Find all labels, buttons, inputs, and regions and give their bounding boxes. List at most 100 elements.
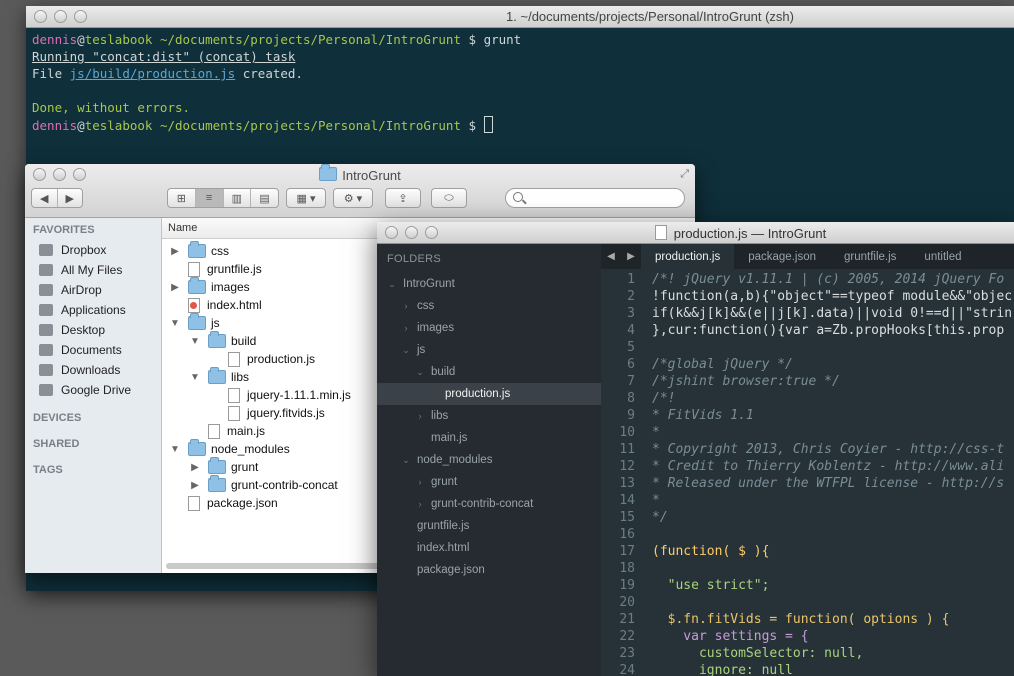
sublime-titlebar[interactable]: production.js — IntroGrunt: [377, 222, 1014, 244]
line-number: 24: [619, 663, 635, 676]
disclosure-closed-icon[interactable]: ▶: [170, 282, 180, 293]
forward-button[interactable]: ▶: [58, 189, 83, 207]
sidebar-item-desktop[interactable]: Desktop: [25, 320, 161, 340]
file-created-line: File js/build/production.js created.: [32, 65, 1008, 82]
devices-header[interactable]: DEVICES: [33, 412, 161, 424]
finder-sidebar: FAVORITES Dropbox All My Files AirDrop Appl…: [25, 218, 162, 573]
tab-gruntfile-js[interactable]: gruntfile.js: [830, 244, 910, 269]
code-line: */: [652, 510, 668, 525]
sidebar-item-label: Documents: [61, 343, 122, 357]
icon-view-button[interactable]: ⊞: [168, 189, 196, 207]
disclosure-open-icon[interactable]: ▼: [170, 318, 180, 329]
file-icon: [228, 405, 240, 421]
sidebar-item-all-my-files[interactable]: All My Files: [25, 260, 161, 280]
arrange-button[interactable]: ▦ ▾: [286, 188, 326, 208]
disclosure-open-icon[interactable]: ▼: [190, 336, 200, 347]
list-view-button[interactable]: ≡: [195, 189, 224, 207]
line-number: 3: [627, 306, 635, 321]
chevron-right-icon: ›: [418, 411, 422, 421]
code-line: /*!: [652, 391, 676, 406]
tree-item-label: grunt-contrib-concat: [431, 498, 534, 510]
sidebar-item-applications[interactable]: Applications: [25, 300, 161, 320]
back-button[interactable]: ◀: [32, 189, 58, 207]
sidebar-item-index-html[interactable]: index.html: [377, 537, 601, 559]
tags-button[interactable]: ⬭: [431, 188, 467, 208]
list-item-label: jquery-1.11.1.min.js: [247, 388, 351, 402]
code-line: * Released under the WTFPL license - htt…: [652, 476, 1005, 491]
disclosure-closed-icon[interactable]: ▶: [170, 246, 180, 257]
coverflow-view-button[interactable]: ▤: [251, 189, 278, 207]
disclosure-closed-icon[interactable]: ▶: [190, 462, 200, 473]
disclosure-open-icon[interactable]: ▼: [190, 372, 200, 383]
html-file-icon: [188, 297, 200, 313]
search-input[interactable]: [505, 188, 685, 208]
tree-item-label: libs: [431, 410, 449, 422]
line-number: 20: [619, 595, 635, 610]
file-path-link[interactable]: js/build/production.js: [70, 66, 236, 81]
airdrop-icon: [39, 284, 53, 296]
sidebar-item-package-json[interactable]: package.json: [377, 559, 601, 581]
sidebar-item-images[interactable]: › images: [377, 317, 601, 339]
list-item-label: jquery.fitvids.js: [247, 406, 325, 420]
line-number: 21: [619, 612, 635, 627]
sidebar-item-google-drive[interactable]: Google Drive: [25, 380, 161, 400]
sidebar-item-airdrop[interactable]: AirDrop: [25, 280, 161, 300]
code-line: var settings = {: [652, 629, 809, 644]
sidebar-item-libs[interactable]: › libs: [377, 405, 601, 427]
sidebar-item-downloads[interactable]: Downloads: [25, 360, 161, 380]
sidebar-item-css[interactable]: › css: [377, 295, 601, 317]
sidebar-item-grunt-contrib-concat[interactable]: › grunt-contrib-concat: [377, 493, 601, 515]
line-number: 17: [619, 544, 635, 559]
tab-package-json[interactable]: package.json: [734, 244, 830, 269]
prompt-line: dennis@teslabook ~/documents/projects/Pe…: [32, 31, 1008, 48]
prompt-host: teslabook: [84, 118, 153, 133]
code-line: !function(a,b){"object"==typeof module&&…: [652, 289, 1013, 304]
code-line: "use strict";: [652, 578, 770, 593]
done-line: Done, without errors.: [32, 100, 191, 115]
terminal-titlebar[interactable]: 1. ~/documents/projects/Personal/IntroGr…: [26, 6, 1014, 28]
action-gear-button[interactable]: ⚙ ▾: [333, 188, 373, 208]
sidebar-item-build[interactable]: ⌄ build: [377, 361, 601, 383]
terminal-output[interactable]: dennis@teslabook ~/documents/projects/Pe…: [26, 28, 1014, 137]
command-text: grunt: [483, 32, 522, 47]
tab-production-js[interactable]: production.js: [641, 244, 735, 269]
tab-untitled[interactable]: untitled: [910, 244, 975, 269]
tree-item-label: main.js: [431, 432, 468, 444]
code-text[interactable]: /*! jQuery v1.11.1 | (c) 2005, 2014 jQue…: [652, 271, 1012, 676]
folder-icon: [188, 313, 206, 330]
file-prefix: File: [32, 66, 70, 81]
sidebar-item-documents[interactable]: Documents: [25, 340, 161, 360]
sidebar-item-introgrunt[interactable]: ⌄ IntroGrunt: [377, 273, 601, 295]
sidebar-item-dropbox[interactable]: Dropbox: [25, 240, 161, 260]
sidebar-item-gruntfile-js[interactable]: gruntfile.js: [377, 515, 601, 537]
sidebar-item-js[interactable]: ⌄ js: [377, 339, 601, 361]
tab-next-icon[interactable]: ▶: [627, 251, 635, 262]
column-view-button[interactable]: ▥: [224, 189, 252, 207]
search-icon: [513, 192, 523, 202]
tab-prev-icon[interactable]: ◀: [607, 251, 615, 262]
code-line: (function( $ ){: [652, 544, 770, 559]
code-editor[interactable]: 1 2 3 4 5 6 7 8 9 10 11 12 13 14 15 16 17 18 19 20 21 22 23 24 …: [601, 269, 1014, 676]
share-button[interactable]: ⇪: [385, 188, 421, 208]
sidebar-item-production-js[interactable]: production.js: [377, 383, 601, 405]
sublime-window[interactable]: production.js — IntroGrunt FOLDERS ⌄ Intr…: [377, 222, 1014, 676]
fullscreen-icon[interactable]: ⤢: [680, 168, 689, 181]
code-line: *: [652, 493, 660, 508]
file-suffix: created.: [235, 66, 303, 81]
tree-item-label: IntroGrunt: [403, 278, 455, 290]
prompt-line-current[interactable]: dennis@teslabook ~/documents/projects/Pe…: [32, 116, 1008, 134]
disclosure-closed-icon[interactable]: ▶: [190, 480, 200, 491]
line-number: 1: [627, 272, 635, 287]
terminal-title: 1. ~/documents/projects/Personal/IntroGr…: [506, 9, 794, 24]
chevron-right-icon: ›: [404, 323, 408, 333]
tags-header[interactable]: TAGS: [33, 464, 161, 476]
sidebar-item-grunt[interactable]: › grunt: [377, 471, 601, 493]
prompt-user: dennis: [32, 32, 78, 47]
finder-title-text: IntroGrunt: [342, 168, 401, 183]
sidebar-item-main-js[interactable]: main.js: [377, 427, 601, 449]
view-mode-buttons: ⊞ ≡ ▥ ▤: [167, 188, 279, 208]
disclosure-open-icon[interactable]: ▼: [170, 444, 180, 455]
shared-header[interactable]: SHARED: [33, 438, 161, 450]
tab-nav: ◀ ▶: [601, 251, 641, 262]
sidebar-item-node-modules[interactable]: ⌄ node_modules: [377, 449, 601, 471]
